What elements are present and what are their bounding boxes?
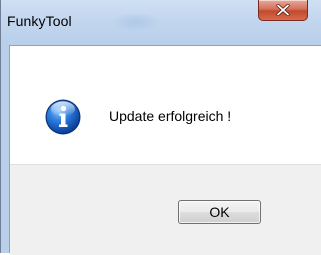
- close-icon: [276, 4, 290, 16]
- message-box-window: FunkyTool Update erfolgreich ! OK: [0, 0, 321, 255]
- dialog-client-area: Update erfolgreich ! OK: [9, 45, 321, 255]
- button-bar: OK: [10, 164, 321, 255]
- window-title: FunkyTool: [7, 13, 72, 29]
- title-bar-glow: [111, 12, 161, 32]
- message-area: Update erfolgreich !: [10, 46, 321, 164]
- info-icon: [45, 99, 81, 135]
- close-button[interactable]: [258, 0, 308, 21]
- ok-button[interactable]: OK: [178, 200, 261, 224]
- message-text: Update erfolgreich !: [109, 108, 232, 124]
